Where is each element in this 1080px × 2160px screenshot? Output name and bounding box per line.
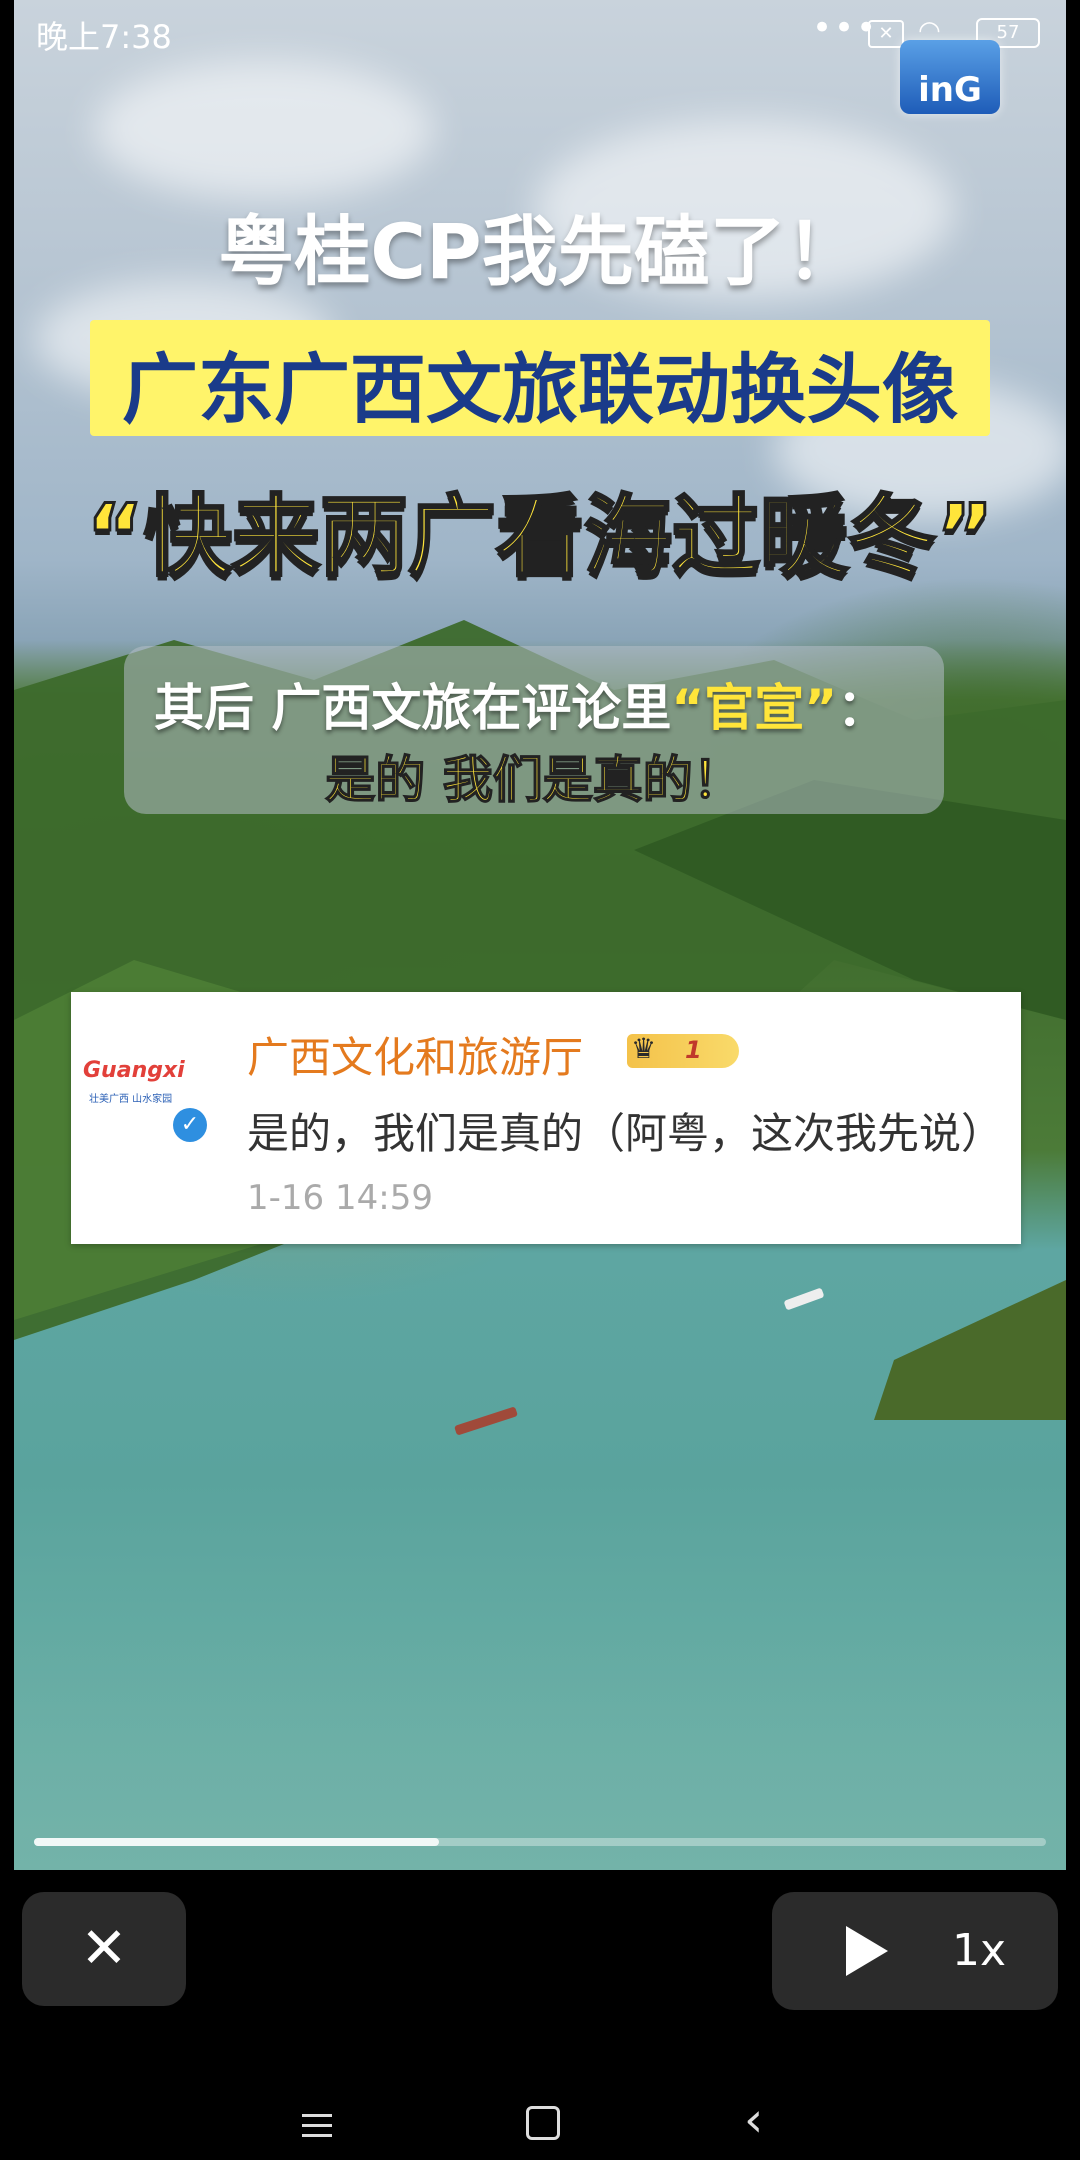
close-button[interactable]: ✕	[22, 1892, 186, 2006]
verified-icon: ✓	[173, 1108, 207, 1142]
subtitle-quote: “官宣”	[671, 679, 838, 737]
logo-text: inG	[918, 70, 982, 110]
comment-text: 是的，我们是真的（阿粤，这次我先说）	[247, 1109, 1004, 1158]
level-number: 1	[685, 1036, 702, 1064]
progress-bar[interactable]	[34, 1838, 1046, 1846]
close-icon: ✕	[80, 1916, 128, 1981]
play-icon	[846, 1926, 888, 1976]
speed-button[interactable]: 1x	[952, 1918, 1032, 1984]
video-title-line2: 广东广西文旅联动换头像	[122, 345, 958, 434]
notification-x-icon: ✕	[868, 20, 904, 48]
avatar: Guangxi 壮美广西 山水家园	[83, 1052, 193, 1122]
comment-timestamp: 1-16 14:59	[247, 1178, 433, 1218]
cloud	[94, 60, 434, 200]
video-player[interactable]: 粤桂CP我先磕了！ 广东广西文旅联动换头像 “快来两广看海过暖冬” 其后 广西文…	[14, 0, 1066, 1870]
avatar-logo-text: Guangxi	[83, 1058, 185, 1083]
avatar-tagline: 壮美广西 山水家园	[89, 1094, 173, 1105]
back-icon[interactable]: ‹	[744, 2096, 804, 2156]
play-button[interactable]	[832, 1916, 902, 1986]
video-title-line3: “快来两广看海过暖冬”	[85, 484, 996, 590]
subtitle-line2: 是的 我们是真的！	[325, 750, 744, 810]
comment-card: Guangxi 壮美广西 山水家园 ✓ 广西文化和旅游厅 ♛ 1 是的，我们是真…	[71, 992, 1021, 1244]
playback-controls: 1x	[772, 1892, 1058, 2010]
channel-logo: inG	[900, 40, 1000, 114]
level-badge: ♛ 1	[627, 1032, 739, 1068]
subtitle-line1: 其后 广西文旅在评论里“官宣”：	[154, 668, 954, 740]
home-icon[interactable]	[510, 2096, 570, 2156]
progress-fill	[34, 1838, 439, 1846]
comment-author: 广西文化和旅游厅	[247, 1033, 584, 1082]
subtitle-prefix: 其后 广西文旅在评论里	[154, 679, 672, 737]
video-title-line1: 粤桂CP我先磕了！	[218, 207, 862, 296]
subtitle-suffix: ：	[837, 679, 888, 737]
crown-icon: ♛	[631, 1032, 657, 1065]
recent-apps-icon[interactable]	[286, 2096, 346, 2156]
status-time: 晚上7:38	[36, 18, 172, 56]
bottom-fade	[14, 1630, 1066, 1870]
system-nav-bar: ‹	[0, 2040, 1080, 2160]
